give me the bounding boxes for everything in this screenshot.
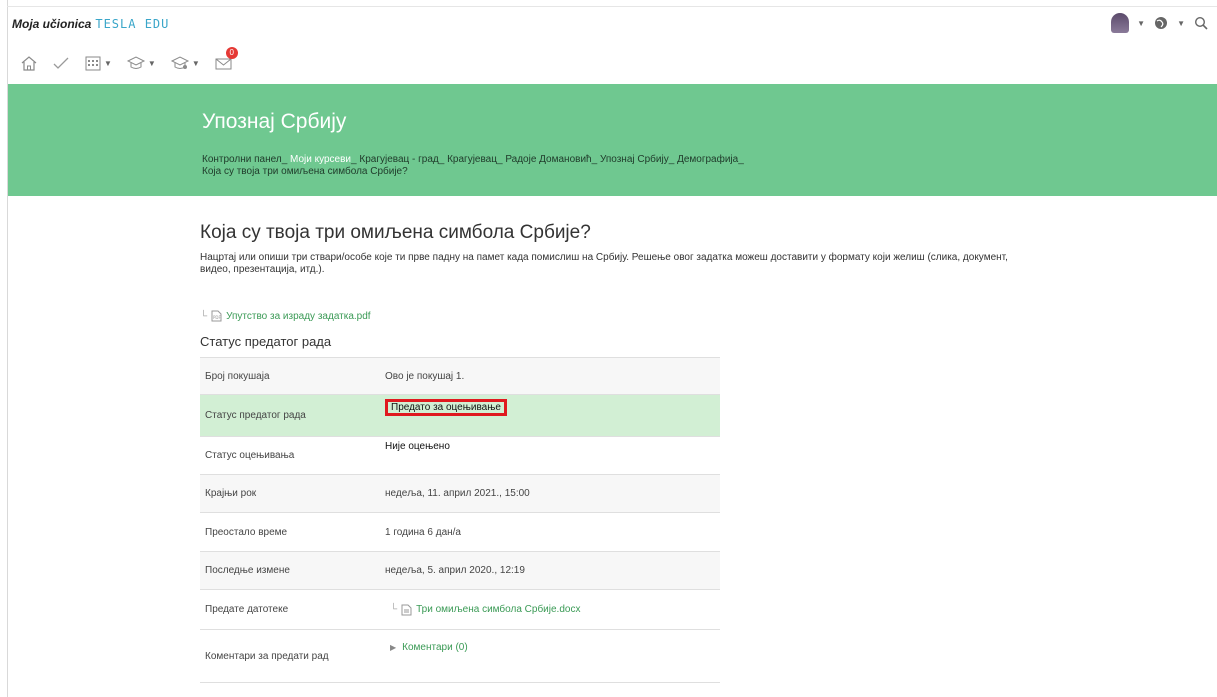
- table-row: Предате датотеке └ Три омиљена симбола С…: [200, 589, 720, 630]
- due-date-value: недеља, 11. април 2021., 15:00: [380, 474, 720, 513]
- table-row: Преостало време 1 година 6 дан/а: [200, 512, 720, 552]
- notification-badge: 0: [225, 47, 238, 59]
- brand-product: TESLA EDU: [95, 17, 170, 31]
- home-icon[interactable]: [20, 55, 38, 71]
- top-navbar: Moja učionica TESLA EDU ▼ ▼ ▼ ▼ ▼ 0: [8, 7, 1217, 83]
- svg-text:PDF: PDF: [213, 315, 221, 320]
- user-tools: ▼ ▼: [1111, 11, 1209, 35]
- brand-name: Moja učionica: [12, 17, 92, 31]
- search-icon[interactable]: [1193, 15, 1209, 31]
- comments-toggle[interactable]: ▶ Коментари (0): [385, 642, 720, 653]
- submitted-files-cell: └ Три омиљена симбола Србије.docx: [380, 589, 720, 630]
- submission-status-value: Предато за оцењивање: [385, 399, 507, 416]
- breadcrumb-item[interactable]: Крагујевац: [447, 154, 497, 165]
- language-globe-icon[interactable]: [1153, 15, 1169, 31]
- submitted-file: └ Три омиљена симбола Србије.docx: [385, 604, 720, 616]
- document-file-icon: [401, 604, 412, 615]
- user-menu-caret-icon[interactable]: ▼: [1137, 19, 1145, 28]
- row-label: Крајњи рок: [200, 474, 380, 513]
- pdf-file-icon: PDF: [211, 310, 222, 322]
- submission-status-table: Број покушаја Ово је покушај 1. Статус п…: [200, 357, 720, 683]
- courses-graduation-cap-icon[interactable]: ▼: [126, 55, 156, 71]
- breadcrumb: Контролни панел_ Моји курсеви_ Крагујева…: [202, 154, 744, 177]
- teaching-caret-icon: ▼: [191, 58, 200, 68]
- table-row: Број покушаја Ово је покушај 1.: [200, 357, 720, 395]
- row-label: Коментари за предати рад: [200, 629, 380, 683]
- submission-status-heading: Статус предатог рада: [200, 334, 332, 349]
- assignment-attachment: └ PDF Упутство за израду задатка.pdf: [200, 310, 371, 322]
- grading-status-value: Није оцењено: [380, 436, 720, 475]
- breadcrumb-item[interactable]: Упознај Србију: [600, 154, 669, 165]
- breadcrumb-item[interactable]: Демографија: [677, 154, 738, 165]
- course-title[interactable]: Упознај Србију: [202, 110, 346, 134]
- last-modified-value: недеља, 5. април 2020., 12:19: [380, 551, 720, 590]
- tree-connector-icon: └: [390, 604, 398, 615]
- site-logo[interactable]: Moja učionica TESLA EDU: [12, 17, 169, 31]
- expand-triangle-icon: ▶: [390, 643, 397, 652]
- quick-nav-bar: ▼ ▼ ▼ 0: [20, 47, 238, 72]
- breadcrumb-item[interactable]: Контролни панел: [202, 154, 282, 165]
- attachment-link[interactable]: Упутство за израду задатка.pdf: [226, 311, 370, 322]
- calendar-caret-icon: ▼: [104, 58, 112, 68]
- assignment-description: Нацртај или опиши три ствари/особе које …: [200, 252, 1008, 275]
- row-label: Статус оцењивања: [200, 436, 380, 475]
- breadcrumb-item[interactable]: Крагујевац - град: [359, 154, 438, 165]
- language-menu-caret-icon[interactable]: ▼: [1177, 19, 1185, 28]
- assignment-title: Која су твоја три омиљена симбола Србије…: [200, 222, 591, 243]
- tree-connector-icon: └: [200, 310, 208, 322]
- breadcrumb-current[interactable]: Која су твоја три омиљена симбола Србије…: [202, 166, 408, 177]
- submission-status-cell: Предато за оцењивање: [380, 394, 720, 437]
- row-label: Преостало време: [200, 512, 380, 552]
- table-row: Последње измене недеља, 5. април 2020., …: [200, 551, 720, 590]
- row-label: Последње измене: [200, 551, 380, 590]
- row-label: Број покушаја: [200, 357, 380, 395]
- table-row: Коментари за предати рад ▶ Коментари (0): [200, 629, 720, 683]
- breadcrumb-item[interactable]: Радоје Домановић: [505, 154, 591, 165]
- attempt-number: Ово је покушај 1.: [380, 357, 720, 395]
- table-row: Крајњи рок недеља, 11. април 2021., 15:0…: [200, 474, 720, 513]
- comments-link[interactable]: Коментари (0): [402, 642, 468, 653]
- submitted-file-link[interactable]: Три омиљена симбола Србије.docx: [416, 604, 580, 615]
- calendar-icon[interactable]: ▼: [84, 54, 112, 72]
- checkmark-icon[interactable]: [52, 55, 70, 71]
- teaching-graduation-cap-icon[interactable]: ▼: [170, 55, 200, 71]
- row-label: Статус предатог рада: [200, 394, 380, 437]
- messages-envelope-icon[interactable]: 0: [214, 47, 238, 71]
- breadcrumb-item[interactable]: Моји курсеви: [290, 154, 351, 165]
- user-avatar[interactable]: [1111, 13, 1130, 33]
- comments-cell: ▶ Коментари (0): [380, 629, 720, 683]
- time-remaining-value: 1 година 6 дан/а: [380, 512, 720, 552]
- course-header: Упознај Србију Контролни панел_ Моји кур…: [8, 84, 1217, 196]
- table-row: Статус оцењивања Није оцењено: [200, 436, 720, 475]
- table-row: Статус предатог рада Предато за оцењивањ…: [200, 394, 720, 437]
- courses-caret-icon: ▼: [147, 58, 156, 68]
- row-label: Предате датотеке: [200, 589, 380, 630]
